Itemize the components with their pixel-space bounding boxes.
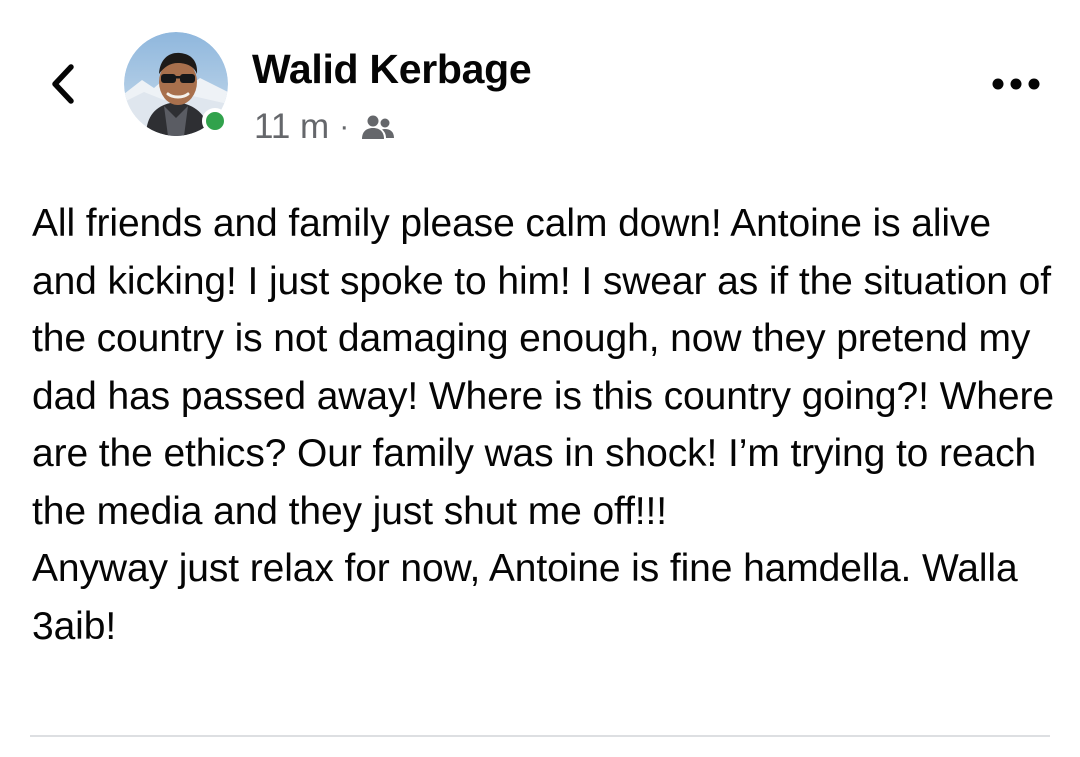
author-avatar[interactable] (124, 32, 228, 136)
post-meta: 11 m · (254, 104, 395, 150)
back-button[interactable] (40, 58, 84, 110)
divider (30, 735, 1050, 737)
audience-selector[interactable] (361, 113, 395, 141)
post-body-text: All friends and family please calm down!… (32, 202, 1054, 648)
friends-icon (362, 115, 395, 139)
more-options-button[interactable] (984, 64, 1048, 104)
post-timestamp[interactable]: 11 m (254, 107, 329, 147)
ellipsis-icon (992, 78, 1040, 90)
chevron-left-icon (52, 64, 74, 104)
online-status-dot (202, 108, 228, 134)
meta-separator: · (339, 110, 350, 143)
author-name[interactable]: Walid Kerbage (252, 44, 532, 94)
